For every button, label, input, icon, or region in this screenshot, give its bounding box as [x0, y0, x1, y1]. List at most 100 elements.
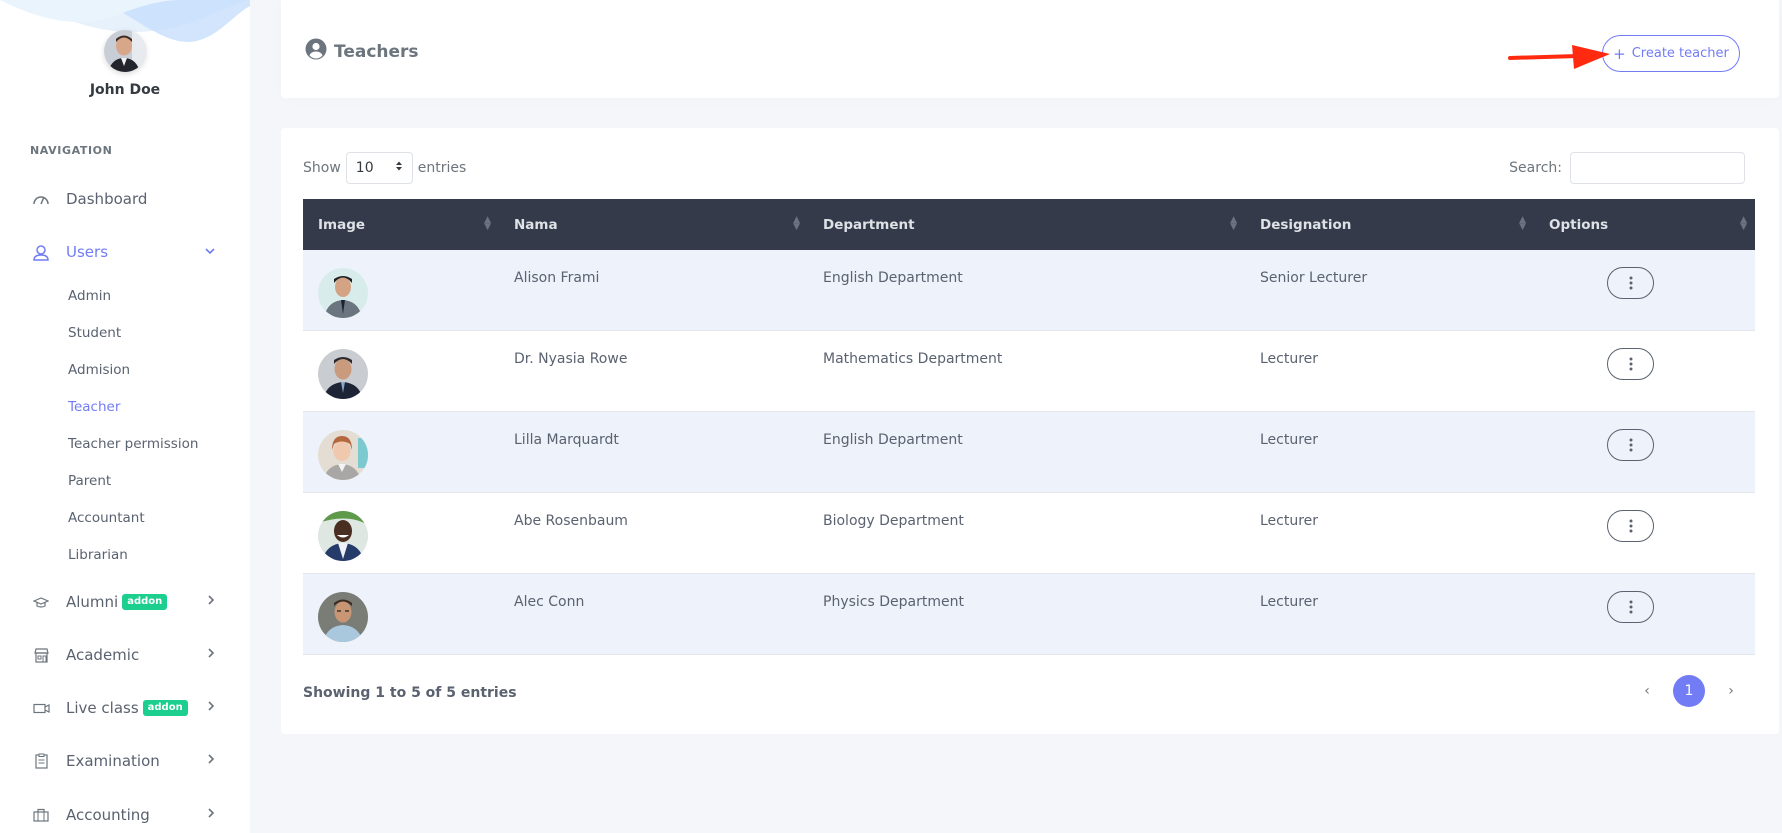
table-row: Alec Conn Physics Department Lecturer — [303, 574, 1755, 655]
search-control: Search: — [1509, 152, 1745, 184]
more-vertical-icon — [1629, 357, 1632, 371]
cell-image — [303, 331, 499, 411]
clipboard-icon — [30, 752, 52, 770]
dashboard-gauge-icon — [30, 190, 52, 208]
page-title-text: Teachers — [334, 41, 419, 62]
sidebar-item-academic[interactable]: Academic — [30, 641, 225, 669]
column-label: Nama — [514, 216, 558, 233]
previous-page-button[interactable]: ‹ — [1633, 683, 1661, 699]
table-row: Abe Rosenbaum Biology Department Lecture… — [303, 493, 1755, 574]
user-name: John Doe — [89, 82, 161, 98]
cell-designation: Lecturer — [1260, 351, 1319, 367]
row-options-button[interactable] — [1607, 510, 1654, 542]
sidebar-item-dashboard[interactable]: Dashboard — [30, 185, 225, 213]
column-label: Department — [823, 216, 915, 233]
column-header-image[interactable]: Image ▲ ▼ — [303, 199, 499, 250]
row-options-button[interactable] — [1607, 429, 1654, 461]
cell-image — [303, 574, 499, 654]
cell-options — [1534, 493, 1755, 573]
teacher-avatar — [318, 349, 368, 399]
sidebar-item-alumni[interactable]: Alumni addon — [30, 588, 225, 616]
chevron-right-icon — [207, 700, 215, 714]
cell-image — [303, 250, 499, 330]
column-label: Designation — [1260, 216, 1352, 233]
table-row: Dr. Nyasia Rowe Mathematics Department L… — [303, 331, 1755, 412]
briefcase-icon — [30, 806, 52, 824]
column-header-department[interactable]: Department ▲ ▼ — [808, 199, 1245, 250]
annotation-arrow-icon — [1508, 45, 1610, 69]
cell-designation: Lecturer — [1260, 513, 1319, 529]
teacher-avatar — [318, 268, 368, 318]
user-circle-icon — [305, 38, 327, 65]
chevron-right-icon — [207, 753, 215, 767]
pagination: ‹ 1 › — [1633, 675, 1745, 707]
more-vertical-icon — [1629, 438, 1632, 452]
next-page-button[interactable]: › — [1717, 683, 1745, 699]
plus-icon: + — [1613, 44, 1626, 63]
submenu-item-teacher[interactable]: Teacher — [68, 399, 120, 415]
column-header-nama[interactable]: Nama ▲ ▼ — [499, 199, 808, 250]
store-icon — [30, 646, 52, 664]
page-length-select[interactable]: 10 — [345, 152, 413, 184]
sidebar-item-examination[interactable]: Examination — [30, 747, 225, 775]
sidebar: John Doe NAVIGATION Dashboard Users Admi… — [0, 0, 250, 833]
submenu-item-parent[interactable]: Parent — [68, 473, 111, 489]
row-options-button[interactable] — [1607, 591, 1654, 623]
more-vertical-icon — [1629, 600, 1632, 614]
teacher-avatar — [318, 511, 368, 561]
nav-heading: NAVIGATION — [30, 144, 113, 157]
chevron-right-icon — [207, 647, 215, 661]
select-arrows-icon — [395, 160, 403, 176]
page-button-current[interactable]: 1 — [1673, 675, 1705, 707]
user-icon — [30, 243, 52, 261]
page-length-value: 10 — [355, 160, 374, 176]
sidebar-item-label: Examination — [66, 752, 160, 770]
cell-department: Biology Department — [823, 513, 964, 529]
chevron-right-icon — [207, 807, 215, 821]
cell-name: Abe Rosenbaum — [514, 513, 628, 529]
cell-name: Alec Conn — [514, 594, 585, 610]
submenu-item-librarian[interactable]: Librarian — [68, 547, 128, 563]
table-info: Showing 1 to 5 of 5 entries — [303, 685, 517, 701]
submenu-item-student[interactable]: Student — [68, 325, 121, 341]
cell-department: English Department — [823, 270, 963, 286]
cell-options — [1534, 412, 1755, 492]
sidebar-item-live-class[interactable]: Live class addon — [30, 694, 225, 722]
table-header: Image ▲ ▼ Nama ▲ ▼ Department ▲ ▼ Designation ▲… — [303, 199, 1755, 250]
row-options-button[interactable] — [1607, 348, 1654, 380]
sidebar-item-label: Dashboard — [66, 190, 148, 208]
sort-icon: ▲ ▼ — [1230, 215, 1237, 232]
chevron-down-icon — [205, 244, 215, 258]
sort-icon: ▲ ▼ — [793, 215, 800, 232]
row-options-button[interactable] — [1607, 267, 1654, 299]
column-label: Image — [318, 216, 366, 233]
page-length-control: Show 10 entries — [303, 152, 466, 184]
submenu-item-teacher-permission[interactable]: Teacher permission — [68, 436, 198, 452]
table-row: Lilla Marquardt English Department Lectu… — [303, 412, 1755, 493]
sidebar-item-accounting[interactable]: Accounting — [30, 801, 225, 829]
column-header-designation[interactable]: Designation ▲ ▼ — [1245, 199, 1534, 250]
column-header-options[interactable]: Options ▲ ▼ — [1534, 199, 1755, 250]
search-input[interactable] — [1570, 152, 1745, 184]
teachers-table: Image ▲ ▼ Nama ▲ ▼ Department ▲ ▼ Designation ▲… — [303, 199, 1755, 655]
cell-name: Lilla Marquardt — [514, 432, 619, 448]
cell-department: Physics Department — [823, 594, 964, 610]
sidebar-item-label: Alumni — [66, 593, 119, 611]
graduation-cap-icon — [30, 593, 52, 611]
submenu-item-admin[interactable]: Admin — [68, 288, 111, 304]
submenu-item-accountant[interactable]: Accountant — [68, 510, 145, 526]
search-label: Search: — [1509, 160, 1562, 176]
cell-name: Dr. Nyasia Rowe — [514, 351, 628, 367]
page-title: Teachers — [305, 38, 419, 65]
create-teacher-button[interactable]: + Create teacher — [1602, 35, 1740, 72]
column-label: Options — [1549, 216, 1609, 233]
submenu-item-admision[interactable]: Admision — [68, 362, 130, 378]
sort-icon: ▲ ▼ — [484, 215, 491, 232]
teacher-avatar — [318, 430, 368, 480]
user-avatar[interactable] — [104, 30, 146, 72]
cell-name: Alison Frami — [514, 270, 600, 286]
cell-designation: Lecturer — [1260, 432, 1319, 448]
addon-badge: addon — [122, 594, 168, 610]
user-profile: John Doe — [0, 30, 250, 98]
sidebar-item-users[interactable]: Users — [30, 238, 225, 266]
